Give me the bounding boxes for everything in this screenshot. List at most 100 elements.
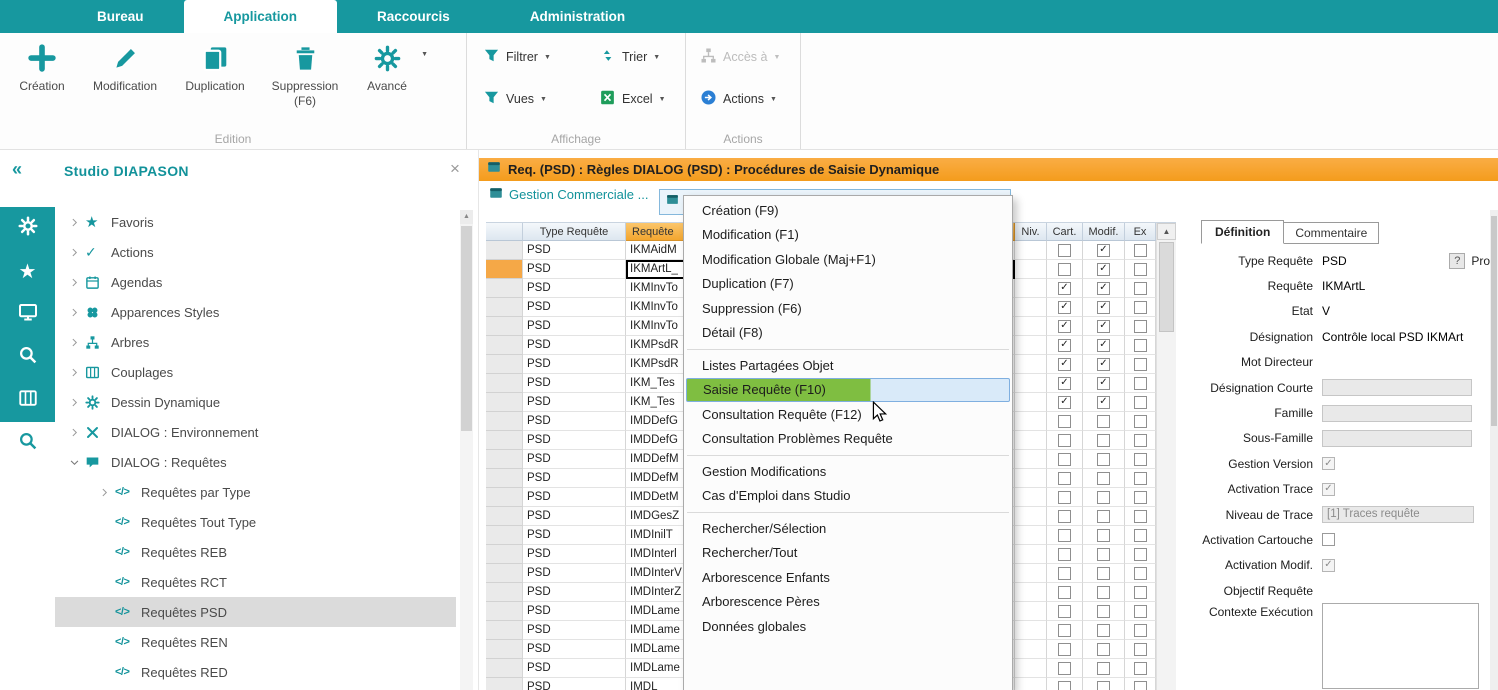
tab-commentaire[interactable]: Commentaire [1284,222,1379,244]
row-header[interactable] [486,621,523,640]
checkbox[interactable] [1058,453,1071,466]
ribbon-button-avance[interactable]: Avancé▼ [350,43,424,109]
chevron-down-icon[interactable] [69,457,85,468]
checkbox[interactable] [1058,491,1071,504]
chevron-right-icon[interactable] [69,307,85,318]
column-header-niv[interactable]: Niv. [1015,223,1047,241]
checkbox[interactable]: ✓ [1097,396,1110,409]
checkbox[interactable] [1134,567,1147,580]
checkbox[interactable] [1097,643,1110,656]
checkbox[interactable] [1058,567,1071,580]
row-header[interactable] [486,431,523,450]
checkbox[interactable] [1097,605,1110,618]
menu-item-saisie-requete-f10[interactable]: Saisie Requête (F10) [686,378,1010,403]
ribbon-tab-application[interactable]: Application [184,0,338,33]
rail-item-favorites[interactable]: ★ [0,250,55,293]
checkbox[interactable]: ✓ [1097,358,1110,371]
checkbox[interactable]: ✓ [1097,301,1110,314]
menu-item-arborescence-peres[interactable]: Arborescence Pères [684,590,1012,615]
chevron-down-icon[interactable]: ▼ [540,96,547,103]
chevron-down-icon[interactable]: ▼ [421,51,428,60]
sidebar-item-requetes-red[interactable]: </>Requêtes RED [55,657,456,687]
chevron-right-icon[interactable] [69,247,85,258]
chevron-down-icon[interactable]: ▼ [544,54,551,61]
checkbox[interactable] [1134,624,1147,637]
column-header-ex[interactable]: Ex [1125,223,1156,241]
sidebar-close-icon[interactable]: × [450,160,460,177]
menu-item-suppression-f6[interactable]: Suppression (F6) [684,296,1012,321]
chevron-right-icon[interactable] [69,367,85,378]
checkbox[interactable] [1134,453,1147,466]
row-header[interactable] [486,260,523,279]
sidebar-collapse-button[interactable]: « [12,159,22,180]
checkbox[interactable] [1134,320,1147,333]
checkbox[interactable]: ✓ [1097,263,1110,276]
checkbox[interactable] [1097,472,1110,485]
checkbox[interactable] [1134,491,1147,504]
column-header-modif[interactable]: Modif. [1083,223,1125,241]
sidebar-item-couplages[interactable]: Couplages [55,357,456,387]
menu-item-cas-d-emploi-dans-studio[interactable]: Cas d'Emploi dans Studio [684,484,1012,509]
checkbox[interactable] [1097,415,1110,428]
menu-item-arborescence-enfants[interactable]: Arborescence Enfants [684,565,1012,590]
table-scrollbar-thumb[interactable] [1159,242,1174,332]
checkbox[interactable]: ✓ [1058,339,1071,352]
row-header[interactable] [486,507,523,526]
checkbox[interactable] [1058,586,1071,599]
ribbon-button-suppression-f6[interactable]: Suppression (F6) [260,43,350,109]
row-header[interactable] [486,583,523,602]
sidebar-item-agendas[interactable]: Agendas [55,267,456,297]
checkbox[interactable] [1058,529,1071,542]
sidebar-scrollbar[interactable]: ▲ [460,210,473,690]
menu-item-modification-globale-maj-f1[interactable]: Modification Globale (Maj+F1) [684,247,1012,272]
checkbox[interactable] [1058,244,1071,257]
menu-item-creation-f9[interactable]: Création (F9) [684,198,1012,223]
sidebar-item-requetes-par-type[interactable]: </>Requêtes par Type [55,477,456,507]
menu-item-consultation-requete-f12[interactable]: Consultation Requête (F12) [684,402,1012,427]
rail-item-modules[interactable] [0,379,55,422]
column-header-corner[interactable] [486,223,523,241]
checkbox[interactable] [1134,244,1147,257]
row-header[interactable] [486,602,523,621]
sidebar-item-requetes-tout-type[interactable]: </>Requêtes Tout Type [55,507,456,537]
menu-item-gestion-modifications[interactable]: Gestion Modifications [684,459,1012,484]
window-scrollbar-thumb[interactable] [1491,216,1497,426]
ribbon-button-excel[interactable]: Excel▼ [599,87,685,111]
ribbon-button-duplication[interactable]: Duplication [170,43,260,109]
checkbox[interactable] [1134,301,1147,314]
menu-item-rechercher-selection[interactable]: Rechercher/Sélection [684,516,1012,541]
checkbox[interactable] [1097,529,1110,542]
checkbox[interactable] [1134,263,1147,276]
menu-item-listes-partagees-objet[interactable]: Listes Partagées Objet [684,353,1012,378]
row-header[interactable] [486,393,523,412]
doc-tab-gestion-commerciale[interactable]: Gestion Commerciale ... [489,186,648,203]
chevron-down-icon[interactable]: ▼ [653,54,660,61]
menu-item-consultation-problemes-requete[interactable]: Consultation Problèmes Requête [684,427,1012,452]
checkbox[interactable] [1134,339,1147,352]
checkbox[interactable]: ✓ [1097,244,1110,257]
row-header[interactable] [486,640,523,659]
row-header[interactable] [486,678,523,690]
checkbox[interactable] [1134,605,1147,618]
row-header[interactable] [486,488,523,507]
checkbox[interactable]: ✓ [1058,282,1071,295]
row-header[interactable] [486,374,523,393]
scroll-up-icon[interactable]: ▲ [460,210,473,224]
checkbox[interactable] [1097,548,1110,561]
ribbon-tab-raccourcis[interactable]: Raccourcis [337,0,490,33]
checkbox[interactable] [1058,472,1071,485]
checkbox[interactable] [1058,662,1071,675]
checkbox[interactable] [1058,510,1071,523]
chevron-down-icon[interactable]: ▼ [659,96,666,103]
window-scrollbar[interactable] [1490,210,1498,690]
field-checkbox[interactable] [1322,533,1335,546]
checkbox[interactable] [1097,586,1110,599]
checkbox[interactable] [1097,453,1110,466]
checkbox[interactable] [1134,358,1147,371]
checkbox[interactable]: ✓ [1058,377,1071,390]
checkbox[interactable] [1058,605,1071,618]
checkbox[interactable] [1134,586,1147,599]
scroll-up-icon[interactable]: ▲ [1157,223,1176,240]
ribbon-button-actions[interactable]: Actions▼ [700,87,800,111]
ribbon-button-trier[interactable]: Trier▼ [599,45,685,69]
